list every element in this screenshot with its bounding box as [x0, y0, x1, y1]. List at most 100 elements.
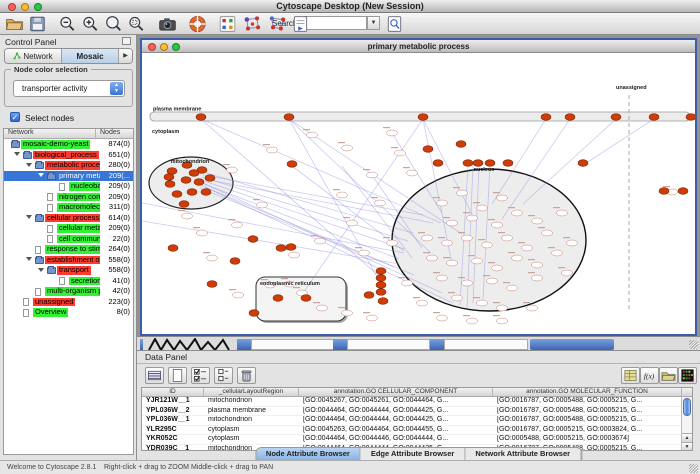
network-node-selected-color[interactable]	[248, 236, 258, 243]
network-node[interactable]	[395, 150, 406, 156]
network-node[interactable]	[232, 222, 243, 228]
network-node[interactable]	[437, 275, 448, 281]
resize-grip-icon[interactable]	[689, 464, 698, 473]
net-close-icon[interactable]	[148, 43, 156, 51]
tree-row-unassigned[interactable]: unassigned223(0)	[4, 297, 133, 308]
tree-row-label[interactable]: multi-organism pro	[45, 287, 100, 296]
import-attributes-button[interactable]	[659, 367, 678, 384]
tree-row-label[interactable]: Overview	[33, 308, 68, 317]
network-node-selected-color[interactable]	[301, 295, 311, 302]
tree-row-label[interactable]: macromolecule	[57, 203, 100, 212]
tree-row-transport[interactable]: transport558(0)	[4, 265, 133, 276]
tree-row-label[interactable]: cellular metabol	[57, 224, 100, 233]
new-attribute-button[interactable]	[168, 367, 187, 384]
network-node[interactable]	[437, 200, 448, 206]
network-node[interactable]	[477, 205, 488, 211]
network-node-selected-color[interactable]	[611, 114, 621, 121]
network-node[interactable]	[402, 280, 413, 286]
select-attributes-button[interactable]	[191, 367, 210, 384]
network-node[interactable]	[422, 235, 433, 241]
tree-row-label[interactable]: cell communicat	[57, 235, 100, 244]
snapshot-camera-button[interactable]	[158, 15, 177, 33]
network-node[interactable]	[387, 240, 398, 246]
network-node[interactable]	[182, 213, 193, 219]
tree-row-biological-process[interactable]: biological_process651(0)	[4, 150, 133, 161]
network-node-selected-color[interactable]	[181, 177, 191, 184]
column-header-0[interactable]: ID	[142, 388, 204, 396]
search-dropdown-button[interactable]: ▼	[367, 16, 380, 30]
expand-arrow-icon[interactable]	[14, 152, 20, 156]
tree-row-label[interactable]: metabolic process	[45, 161, 100, 170]
background-window-titlebar[interactable]	[430, 339, 444, 350]
search-options-button[interactable]	[385, 15, 404, 33]
network-node-selected-color[interactable]	[364, 292, 374, 299]
network-node-selected-color[interactable]	[286, 244, 296, 251]
network-node[interactable]	[359, 250, 370, 256]
tree-row-cellular-process[interactable]: cellular process614(0)	[4, 213, 133, 224]
tree-row-establishment-of-lo[interactable]: establishment of lo558(0)	[4, 255, 133, 266]
network-node-selected-color[interactable]	[249, 310, 259, 317]
network-node-selected-color[interactable]	[189, 170, 199, 177]
network-node-selected-color[interactable]	[273, 295, 283, 302]
network-node[interactable]	[492, 265, 503, 271]
column-header-1[interactable]: _cellularLayoutRegion	[204, 388, 299, 396]
network-node[interactable]	[552, 250, 563, 256]
expand-arrow-icon[interactable]	[26, 257, 32, 261]
network-node[interactable]	[257, 202, 268, 208]
network-node[interactable]	[342, 310, 353, 316]
table-row-YPL036W__1[interactable]: YPL036W__1mitochondrion[GO:0044464, GO:0…	[142, 416, 692, 426]
attribute-grid-button[interactable]	[145, 367, 164, 384]
network-node-selected-color[interactable]	[463, 160, 473, 167]
zoom-window-icon[interactable]	[34, 3, 42, 11]
network-node[interactable]	[307, 132, 318, 138]
network-node-selected-color[interactable]	[678, 188, 688, 195]
network-node[interactable]	[532, 262, 543, 268]
network-node[interactable]	[347, 220, 358, 226]
network-node-selected-color[interactable]	[201, 189, 211, 196]
network-node-selected-color[interactable]	[205, 175, 215, 182]
network-node-selected-color[interactable]	[503, 160, 513, 167]
net-minimize-icon[interactable]	[160, 43, 168, 51]
expand-arrow-icon[interactable]	[38, 173, 44, 177]
network-node[interactable]	[532, 218, 543, 224]
zoom-selected-button[interactable]	[104, 15, 123, 33]
zoom-fit-button[interactable]	[127, 15, 146, 33]
network-node[interactable]	[497, 195, 508, 201]
network-node[interactable]	[233, 292, 244, 298]
expand-arrow-icon[interactable]	[38, 268, 44, 272]
network-node-selected-color[interactable]	[378, 298, 388, 305]
color-mapper-button[interactable]	[218, 15, 237, 33]
tab-mosaic[interactable]: Mosaic	[62, 49, 119, 63]
network-node-selected-color[interactable]	[376, 268, 386, 275]
tree-row-cell-communicat[interactable]: cell communicat22(0)	[4, 234, 133, 245]
tab-network[interactable]: Network	[5, 49, 62, 63]
network-node-selected-color[interactable]	[276, 245, 286, 252]
network-node-selected-color[interactable]	[287, 161, 297, 168]
network-node[interactable]	[437, 315, 448, 321]
network-node[interactable]	[289, 252, 300, 258]
column-header-2[interactable]: annotation.GO CELLULAR_COMPONENT	[299, 388, 493, 396]
network-node-selected-color[interactable]	[433, 160, 443, 167]
network-node[interactable]	[467, 318, 478, 324]
unselect-attributes-button[interactable]	[214, 367, 233, 384]
table-row-YLR295C[interactable]: YLR295Ccytoplasm[GO:0045263, GO:0044464,…	[142, 426, 692, 436]
network-node-selected-color[interactable]	[230, 258, 240, 265]
network-node-selected-color[interactable]	[659, 188, 669, 195]
tab-edge-attribute-browser[interactable]: Edge Attribute Browser	[361, 448, 465, 460]
network-node[interactable]	[472, 258, 483, 264]
network-node[interactable]	[477, 300, 488, 306]
help-lifering-button[interactable]	[188, 15, 207, 33]
network-node[interactable]	[227, 167, 238, 173]
scroll-up-icon[interactable]: ▲	[682, 433, 692, 442]
network-node[interactable]	[492, 222, 503, 228]
table-row-YJR121W__1[interactable]: YJR121W__1mitochondrion[GO:0045267, GO:0…	[142, 397, 692, 407]
network-node[interactable]	[467, 215, 478, 221]
network-node-selected-color[interactable]	[578, 160, 588, 167]
network-node[interactable]	[375, 200, 386, 206]
network-node-selected-color[interactable]	[456, 141, 466, 148]
network-node[interactable]	[527, 305, 538, 311]
network-node[interactable]	[557, 210, 568, 216]
network-node[interactable]	[502, 235, 513, 241]
network-node[interactable]	[317, 305, 328, 311]
network-node-selected-color[interactable]	[284, 114, 294, 121]
